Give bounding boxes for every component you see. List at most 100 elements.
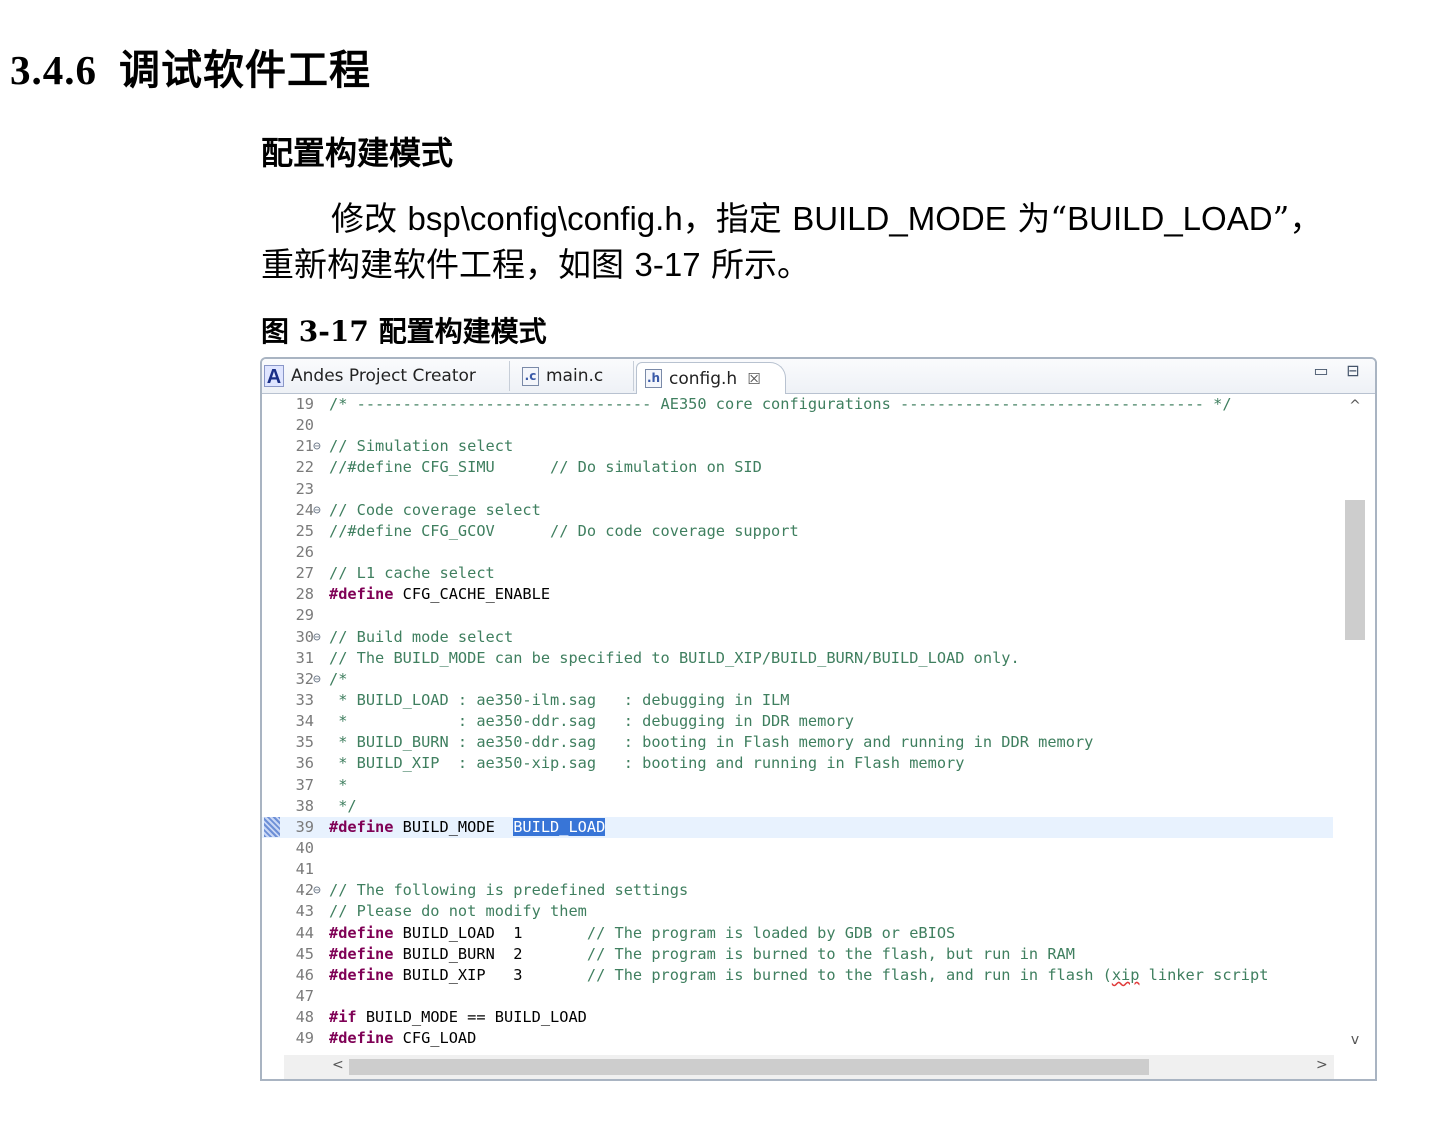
tab-label: config.h <box>669 368 738 389</box>
vertical-scroll-thumb[interactable] <box>1345 500 1365 640</box>
line-number: 39 <box>295 817 314 836</box>
selected-token: BUILD_LOAD <box>513 817 606 836</box>
code-token: // The program is loaded by GDB or eBIOS <box>586 923 956 942</box>
code-line[interactable]: 43 // Please do not modify them <box>262 901 1334 922</box>
code-line[interactable]: 21 ⊖// Simulation select <box>262 436 1334 457</box>
code-token: * : ae350-ddr.sag : debugging in DDR mem… <box>329 712 854 731</box>
line-number: 24 <box>295 500 314 519</box>
fold-toggle-icon[interactable]: ⊖ <box>313 500 325 521</box>
code-token: BUILD_BURN 2 <box>393 944 587 963</box>
code-line[interactable]: 36 * BUILD_XIP : ae350-xip.sag : booting… <box>262 753 1334 774</box>
file-path: bsp\config\config.h <box>407 200 683 237</box>
code-token: BUILD_MODE == BUILD_LOAD <box>356 1008 587 1027</box>
line-number: 48 <box>295 1008 314 1027</box>
line-number: 32 <box>295 669 314 688</box>
code-line[interactable]: 19 /* -------------------------------- AE… <box>262 394 1334 415</box>
horizontal-scroll-thumb[interactable] <box>349 1059 1149 1075</box>
minimize-icon[interactable]: ▭ <box>1313 363 1329 379</box>
code-token: // Code coverage select <box>329 500 541 519</box>
line-number: 44 <box>295 923 314 942</box>
code-line[interactable]: 44 #define BUILD_LOAD 1 // The program is… <box>262 923 1334 944</box>
code-area[interactable]: 19 /* -------------------------------- AE… <box>262 394 1375 1079</box>
code-line[interactable]: 42 ⊖// The following is predefined settin… <box>262 880 1334 901</box>
code-line[interactable]: 47 <box>262 986 1334 1007</box>
c-file-icon: .c <box>522 366 539 386</box>
scroll-up-arrow-icon[interactable]: ^ <box>1345 398 1365 414</box>
code-line[interactable]: 38 */ <box>262 796 1334 817</box>
code-token: // Build mode select <box>329 627 514 646</box>
line-number: 30 <box>295 627 314 646</box>
code-token: * BUILD_LOAD : ae350-ilm.sag : debugging… <box>329 690 790 709</box>
code-line[interactable]: 37 * <box>262 775 1334 796</box>
tab-config-h[interactable]: .h config.h ☒ <box>636 362 786 394</box>
line-number: 36 <box>295 754 314 773</box>
code-line[interactable]: 27 // L1 cache select <box>262 563 1334 584</box>
close-tab-icon[interactable]: ☒ <box>747 370 760 388</box>
code-line[interactable]: 40 <box>262 838 1334 859</box>
code-token: BUILD_MODE <box>393 817 514 836</box>
fold-toggle-icon[interactable]: ⊖ <box>313 436 325 457</box>
fold-toggle-icon[interactable]: ⊖ <box>313 880 325 901</box>
line-number: 34 <box>295 712 314 731</box>
code-token: #define <box>329 585 394 604</box>
horizontal-scrollbar[interactable]: < > <box>284 1055 1334 1079</box>
code-line[interactable]: 34 * : ae350-ddr.sag : debugging in DDR … <box>262 711 1334 732</box>
code-text: /* <box>329 669 347 690</box>
code-line[interactable]: 35 * BUILD_BURN : ae350-ddr.sag : bootin… <box>262 732 1334 753</box>
code-text: // The following is predefined settings <box>329 880 688 901</box>
scroll-left-arrow-icon[interactable]: < <box>332 1057 344 1073</box>
code-text: #define BUILD_XIP 3 // The program is bu… <box>329 965 1268 986</box>
section-title: 调试软件工程 <box>119 46 371 94</box>
text-run: ，指定 <box>682 199 793 238</box>
code-line[interactable]: 23 <box>262 479 1334 500</box>
macro-value: BUILD_LOAD <box>1067 200 1273 237</box>
tab-andes-project-creator[interactable]: A Andes Project Creator <box>264 361 510 391</box>
fold-toggle-icon[interactable]: ⊖ <box>313 627 325 648</box>
maximize-icon[interactable]: ⊟ <box>1345 363 1361 379</box>
code-line[interactable]: 25 //#define CFG_GCOV // Do code coverage… <box>262 521 1334 542</box>
code-token: xip <box>1111 965 1140 984</box>
scroll-down-arrow-icon[interactable]: v <box>1345 1032 1365 1048</box>
code-line[interactable]: 46 #define BUILD_XIP 3 // The program is … <box>262 965 1334 986</box>
code-line[interactable]: 32 ⊖/* <box>262 669 1334 690</box>
code-text: #define BUILD_MODE BUILD_LOAD <box>329 817 606 838</box>
line-number: 22 <box>295 458 314 477</box>
code-line[interactable]: 30 ⊖// Build mode select <box>262 627 1334 648</box>
code-line[interactable]: 29 <box>262 605 1334 626</box>
text-run: 修改 <box>331 199 408 238</box>
code-line[interactable]: 20 <box>262 415 1334 436</box>
fold-toggle-icon[interactable]: ⊖ <box>313 669 325 690</box>
code-line[interactable]: 49 #define CFG_LOAD <box>262 1028 1334 1049</box>
code-token: CFG_CACHE_ENABLE <box>393 585 551 604</box>
tab-main-c[interactable]: .c main.c <box>514 361 634 391</box>
code-line[interactable]: 45 #define BUILD_BURN 2 // The program is… <box>262 944 1334 965</box>
line-number: 38 <box>295 796 314 815</box>
code-text: //#define CFG_SIMU // Do simulation on S… <box>329 457 762 478</box>
line-number: 19 <box>295 395 314 413</box>
code-text: /* -------------------------------- AE35… <box>329 394 1232 415</box>
line-number: 31 <box>295 648 314 667</box>
code-token: /* <box>329 669 348 688</box>
code-line[interactable]: 33 * BUILD_LOAD : ae350-ilm.sag : debugg… <box>262 690 1334 711</box>
line-number: 25 <box>295 521 314 540</box>
code-line[interactable]: 41 <box>262 859 1334 880</box>
code-text: #if BUILD_MODE == BUILD_LOAD <box>329 1007 587 1028</box>
scroll-right-arrow-icon[interactable]: > <box>1316 1057 1328 1073</box>
code-line[interactable]: 24 ⊖// Code coverage select <box>262 500 1334 521</box>
code-line[interactable]: 26 <box>262 542 1334 563</box>
code-line[interactable]: 48 #if BUILD_MODE == BUILD_LOAD <box>262 1007 1334 1028</box>
code-line[interactable]: 39 #define BUILD_MODE BUILD_LOAD <box>262 816 1334 838</box>
code-token: #if <box>329 1008 357 1027</box>
line-number: 23 <box>295 479 314 498</box>
line-number: 33 <box>295 690 314 709</box>
paragraph-line-2: 重新构建软件工程，如图 3-17 所示。 <box>261 242 1381 288</box>
figure-caption: 图 3-17 配置构建模式 <box>261 315 547 348</box>
code-line[interactable]: 22 //#define CFG_SIMU // Do simulation on… <box>262 457 1334 478</box>
code-text: // L1 cache select <box>329 563 495 584</box>
code-text: * BUILD_LOAD : ae350-ilm.sag : debugging… <box>329 690 789 711</box>
code-line[interactable]: 28 #define CFG_CACHE_ENABLE <box>262 584 1334 605</box>
body-paragraph: 修改 bsp\config\config.h，指定 BUILD_MODE 为“B… <box>261 196 1381 288</box>
vertical-scrollbar[interactable]: ^ v <box>1333 394 1375 1056</box>
code-line[interactable]: 31 // The BUILD_MODE can be specified to … <box>262 648 1334 669</box>
text-run: 为“ <box>1006 199 1068 238</box>
